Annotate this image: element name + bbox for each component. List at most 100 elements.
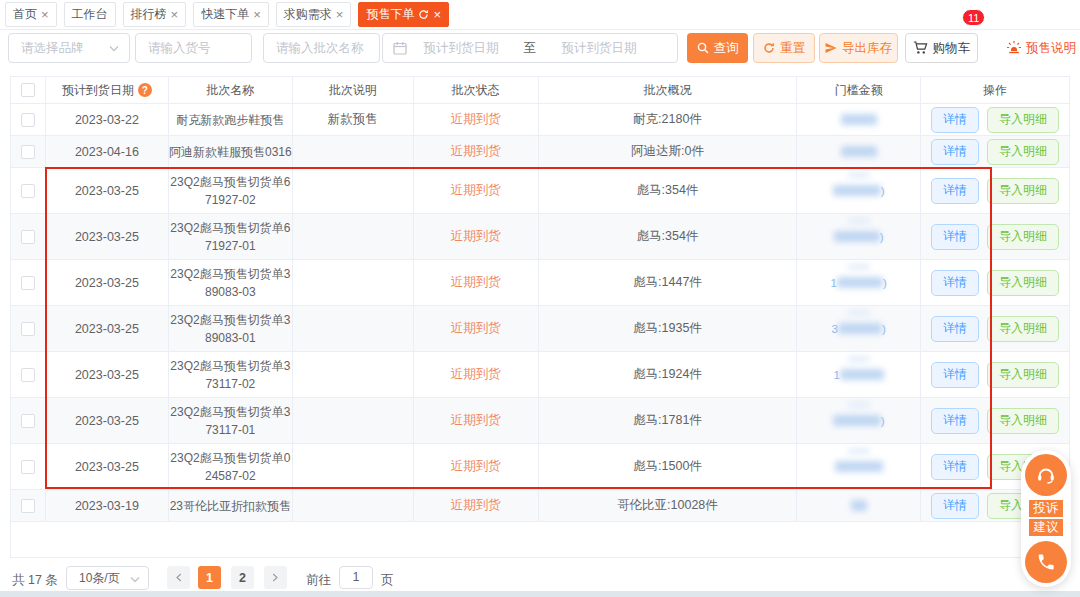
send-icon: [825, 42, 837, 54]
cell-batch-overview: 彪马:1781件: [539, 398, 798, 443]
cell-expected-date: 2023-04-16: [46, 136, 169, 167]
censored-value: [833, 185, 881, 196]
censored-value: [848, 218, 870, 224]
row-checkbox[interactable]: [21, 276, 35, 290]
table-header-row: 预计到货日期?批次名称批次说明批次状态批次概况门槛金额操作: [11, 77, 1070, 104]
detail-button[interactable]: 详情: [931, 408, 979, 434]
headset-icon: [1035, 464, 1057, 486]
tab-预售下单[interactable]: 预售下单×: [358, 2, 449, 27]
import-detail-button[interactable]: 导入明细: [987, 316, 1059, 342]
select-all-checkbox[interactable]: [21, 83, 35, 97]
tab-快速下单[interactable]: 快速下单×: [193, 2, 269, 27]
cell-threshold-amount: [797, 104, 921, 135]
date-range-input[interactable]: 预计到货日期 至 预计到货日期: [382, 33, 678, 63]
brand-select[interactable]: 请选择品牌: [8, 33, 130, 63]
cell-threshold-amount: 1: [797, 352, 921, 397]
page-size-select[interactable]: 10条/页: [66, 566, 149, 590]
detail-button[interactable]: 详情: [931, 316, 979, 342]
row-checkbox-cell: [11, 260, 46, 305]
detail-button[interactable]: 详情: [931, 493, 979, 519]
tab-label: 首页: [13, 6, 37, 23]
customer-service-button[interactable]: [1025, 454, 1067, 496]
batch-name-input[interactable]: 请输入批次名称: [263, 33, 380, 63]
page-button-2[interactable]: 2: [231, 566, 254, 589]
detail-button[interactable]: 详情: [931, 362, 979, 388]
chevron-down-icon: [109, 45, 119, 52]
import-detail-button[interactable]: 导入明细: [987, 107, 1059, 133]
tab-求购需求[interactable]: 求购需求 ×: [276, 2, 352, 27]
row-checkbox[interactable]: [21, 113, 35, 127]
export-stock-button[interactable]: 导出库存: [819, 33, 898, 63]
cell-batch-desc: 新款预售: [293, 104, 414, 135]
detail-button[interactable]: 详情: [931, 178, 979, 204]
goto-page-input[interactable]: 1: [339, 566, 373, 589]
censored-value: [848, 310, 870, 316]
next-page-button[interactable]: [264, 566, 287, 589]
table-row: 2023-03-2523Q2彪马预售切货单671927-02近期到货彪马:354…: [11, 168, 1070, 214]
close-tab-icon[interactable]: ×: [171, 8, 179, 21]
prev-page-button[interactable]: [167, 566, 190, 589]
tab-首页[interactable]: 首页 ×: [5, 2, 57, 27]
cell-expected-date: 2023-03-19: [46, 490, 169, 521]
footer-strip: [0, 591, 1080, 597]
row-checkbox[interactable]: [21, 184, 35, 198]
suggestion-label: 建议: [1029, 519, 1063, 536]
censored-value: [848, 264, 870, 270]
import-detail-button[interactable]: 导入明细: [987, 362, 1059, 388]
search-button-label: 查询: [714, 40, 739, 57]
item-no-input[interactable]: 请输入货号: [135, 33, 252, 63]
cell-threshold-amount: ): [797, 214, 921, 259]
import-detail-button[interactable]: 导入明细: [987, 270, 1059, 296]
close-tab-icon[interactable]: ×: [41, 8, 49, 21]
table-row: 2023-03-2523Q2彪马预售切货单024587-02近期到货彪马:150…: [11, 444, 1070, 490]
page-unit-label: 页: [381, 572, 394, 589]
close-tab-icon[interactable]: ×: [253, 8, 261, 21]
phone-contact-button[interactable]: [1025, 541, 1067, 583]
close-tab-icon[interactable]: ×: [433, 8, 441, 21]
tab-label: 求购需求: [284, 6, 332, 23]
import-detail-button[interactable]: 导入明细: [987, 408, 1059, 434]
presale-info-label: 预售说明: [1026, 40, 1076, 57]
cell-expected-date: 2023-03-25: [46, 444, 169, 489]
presale-info-link[interactable]: 预售说明: [1006, 33, 1076, 63]
cell-threshold-amount: [797, 444, 921, 489]
detail-button[interactable]: 详情: [931, 139, 979, 165]
column-header: 批次名称: [169, 77, 293, 103]
row-checkbox[interactable]: [21, 460, 35, 474]
table-row: 2023-03-2523Q2彪马预售切货单373117-01近期到货彪马:178…: [11, 398, 1070, 444]
tab-工作台[interactable]: 工作台: [64, 2, 116, 27]
detail-button[interactable]: 详情: [931, 224, 979, 250]
cell-batch-status: 近期到货: [414, 214, 539, 259]
row-checkbox[interactable]: [21, 414, 35, 428]
import-detail-button[interactable]: 导入明细: [987, 139, 1059, 165]
date-end-placeholder: 预计到货日期: [545, 40, 653, 57]
cart-button[interactable]: 购物车: [905, 33, 978, 63]
complaint-suggestion-button[interactable]: 投诉 建议: [1025, 500, 1067, 536]
cell-batch-name: 23Q2彪马预售切货单671927-02: [169, 168, 293, 213]
cell-batch-name: 23Q2彪马预售切货单389083-01: [169, 306, 293, 351]
help-icon[interactable]: ?: [138, 83, 152, 97]
detail-button[interactable]: 详情: [931, 270, 979, 296]
row-checkbox[interactable]: [21, 230, 35, 244]
row-checkbox[interactable]: [21, 368, 35, 382]
row-checkbox-cell: [11, 444, 46, 489]
tab-排行榜[interactable]: 排行榜×: [123, 2, 187, 27]
cell-batch-desc: [293, 136, 414, 167]
row-checkbox[interactable]: [21, 145, 35, 159]
row-checkbox[interactable]: [21, 499, 35, 513]
detail-button[interactable]: 详情: [931, 454, 979, 480]
row-checkbox[interactable]: [21, 322, 35, 336]
column-header: 批次状态: [414, 77, 539, 103]
chevron-down-icon: [130, 576, 140, 583]
page-button-1[interactable]: 1: [198, 566, 221, 589]
complaint-label: 投诉: [1029, 500, 1063, 517]
import-detail-button[interactable]: 导入明细: [987, 178, 1059, 204]
reset-button[interactable]: 重置: [753, 33, 815, 63]
detail-button[interactable]: 详情: [931, 107, 979, 133]
refresh-icon[interactable]: [418, 9, 429, 20]
date-start-placeholder: 预计到货日期: [407, 40, 515, 57]
close-tab-icon[interactable]: ×: [336, 8, 344, 21]
import-detail-button[interactable]: 导入明细: [987, 224, 1059, 250]
filter-bar: 请选择品牌 请输入货号 请输入批次名称 预计到货日期 至 预计到货日期 查询 重…: [0, 33, 1080, 63]
search-button[interactable]: 查询: [687, 33, 748, 63]
